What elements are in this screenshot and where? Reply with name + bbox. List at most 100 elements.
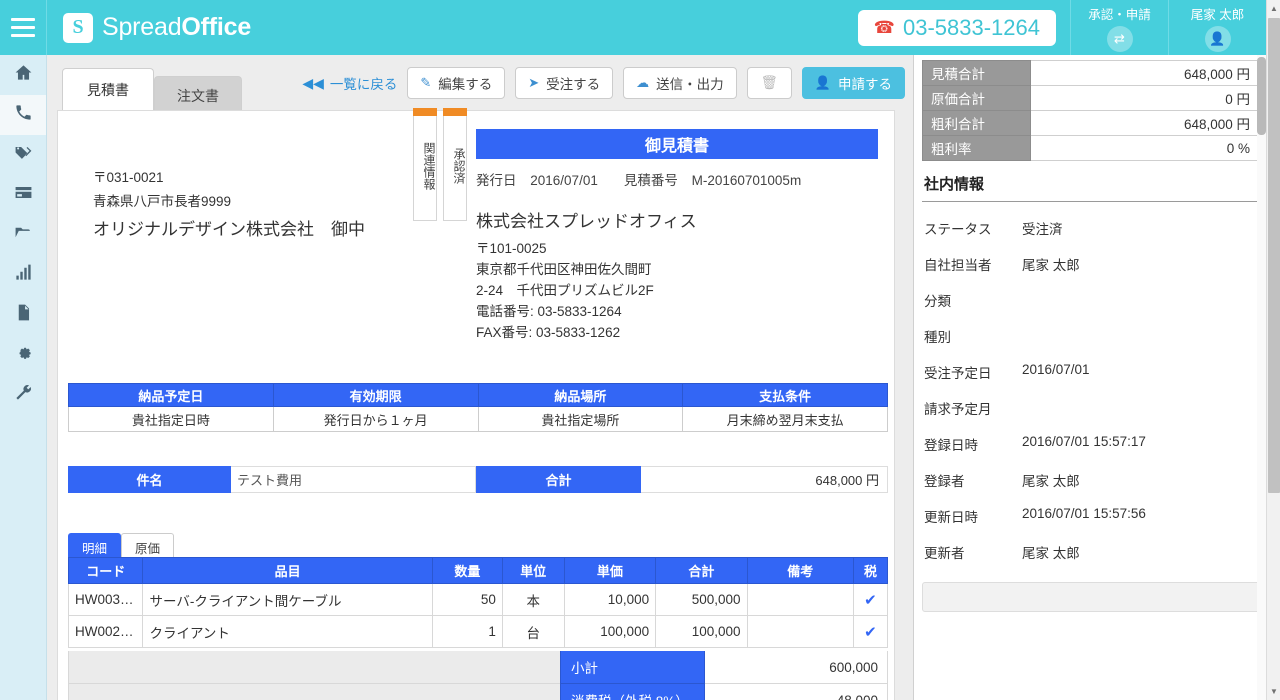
subject-total-row: 件名 テスト費用 合計 648,000 円 — [68, 466, 888, 493]
sidebar-item-settings[interactable] — [0, 335, 46, 375]
document-paper: 関連情報 承認済 御見積書 発行日 2016/07/01 見積番号 M-2016… — [57, 110, 895, 700]
field-billing-month: 請求予定月 — [922, 382, 1258, 418]
field-status: ステータス 受注済 — [922, 202, 1258, 238]
application-window: SpreadOffice ☎ 03-5833-1264 承認・申請 ⇄ 尾家 太… — [0, 0, 1280, 700]
hamburger-menu-icon[interactable] — [0, 0, 47, 55]
items-header-price: 単価 — [564, 558, 655, 584]
tab-order[interactable]: 注文書 — [154, 76, 242, 114]
customer-postal: 〒031-0021 — [93, 166, 365, 190]
table-row[interactable]: HW003… サーバ-クライアント間ケーブル 50 本 10,000 500,0… — [69, 584, 888, 616]
back-to-list-label: 一覧に戻る — [330, 73, 398, 93]
brand-name-light: Spread — [102, 13, 181, 41]
sidebar-item-tools[interactable] — [0, 375, 46, 415]
summary-table: 見積合計 648,000 円 原価合計 0 円 粗利合計 648,000 円 粗… — [922, 60, 1260, 161]
side-tab-approved[interactable]: 承認済 — [443, 109, 467, 221]
subject-label: 件名 — [68, 466, 231, 493]
scroll-up-arrow-icon[interactable]: ▲ — [1267, 0, 1280, 17]
item-price: 10,000 — [564, 584, 655, 616]
grand-total-value: 648,000 円 — [641, 466, 888, 493]
repeat-icon: ⇄ — [1107, 26, 1133, 52]
approval-request-button[interactable]: 承認・申請 ⇄ — [1070, 0, 1168, 55]
document-type-tabs: 見積書 注文書 — [62, 68, 242, 110]
field-created-by: 登録者 尾家 太郎 — [922, 454, 1258, 490]
field-label-category: 分類 — [924, 290, 1022, 310]
top-header-bar: SpreadOffice ☎ 03-5833-1264 承認・申請 ⇄ 尾家 太… — [0, 0, 1266, 55]
quote-number-label: 見積番号 — [624, 173, 678, 188]
scroll-down-arrow-icon[interactable]: ▼ — [1267, 683, 1280, 700]
apply-button-label: 申請する — [838, 73, 892, 93]
left-sidebar-nav — [0, 55, 47, 700]
conditions-table: 納品予定日 有効期限 納品場所 支払条件 貴社指定日時 発行日から１ヶ月 貴社指… — [68, 383, 888, 432]
field-created-at: 登録日時 2016/07/01 15:57:17 — [922, 418, 1258, 454]
brand-name-bold: Office — [181, 13, 251, 41]
subtotal-value: 600,000 — [705, 651, 888, 684]
apply-button[interactable]: 👤 申請する — [802, 67, 905, 99]
issuer-postal: 〒101-0025 — [476, 238, 697, 259]
field-label-billing-month: 請求予定月 — [924, 398, 1022, 418]
sidebar-item-folder[interactable] — [0, 215, 46, 255]
summary-value-margin-rate: 0 % — [1031, 136, 1260, 161]
issue-date-value: 2016/07/01 — [530, 173, 598, 188]
sidebar-item-documents[interactable] — [0, 295, 46, 335]
items-header-total: 合計 — [656, 558, 747, 584]
sidebar-item-home[interactable] — [0, 55, 46, 95]
field-value-updated-by: 尾家 太郎 — [1022, 542, 1080, 562]
issue-date-group: 発行日 2016/07/01 — [476, 169, 598, 189]
sidebar-item-reports[interactable] — [0, 255, 46, 295]
cloud-download-icon: ☁ — [636, 75, 649, 91]
conditions-value-delivery-place: 貴社指定場所 — [478, 407, 683, 432]
item-code: HW003… — [69, 584, 143, 616]
totals-spacer — [68, 684, 560, 700]
subtotal-row: 小計 600,000 — [68, 651, 888, 684]
home-icon — [14, 63, 33, 87]
item-unit: 台 — [502, 616, 564, 648]
conditions-value-row: 貴社指定日時 発行日から１ヶ月 貴社指定場所 月末締め翌月末支払 — [69, 407, 888, 432]
issuer-address-line1: 東京都千代田区神田佐久間町 — [476, 259, 697, 280]
right-panel-scrollbar[interactable] — [1257, 55, 1266, 700]
subtotal-label: 小計 — [560, 651, 705, 684]
phone-icon: ☎ — [874, 19, 895, 36]
item-total: 500,000 — [656, 584, 747, 616]
delete-button[interactable]: 🗑 — [747, 67, 792, 99]
sidebar-item-tags[interactable] — [0, 135, 46, 175]
bar-chart-icon — [14, 263, 33, 287]
tax-row: 消費税（外税 8%） 48,000 — [68, 684, 888, 700]
field-value-status: 受注済 — [1022, 218, 1063, 238]
summary-row-gross-profit: 粗利合計 648,000 円 — [923, 111, 1260, 136]
page-scrollbar[interactable]: ▲ ▼ — [1266, 0, 1280, 700]
place-order-button[interactable]: ➤ 受注する — [515, 67, 613, 99]
approval-request-label: 承認・申請 — [1088, 4, 1151, 23]
page-scroll-thumb[interactable] — [1268, 18, 1280, 493]
totals-block: 小計 600,000 消費税（外税 8%） 48,000 — [68, 651, 888, 700]
wrench-icon — [14, 383, 33, 407]
tab-quotation[interactable]: 見積書 — [62, 68, 154, 110]
field-label-updated-by: 更新者 — [924, 542, 1022, 562]
sidebar-item-card[interactable] — [0, 175, 46, 215]
field-label-updated-at: 更新日時 — [924, 506, 1022, 526]
edit-button[interactable]: ✎ 編集する — [407, 67, 505, 99]
summary-label-cost-total: 原価合計 — [923, 86, 1031, 111]
issuer-company-name: 株式会社スプレッドオフィス — [476, 211, 697, 232]
support-phone[interactable]: ☎ 03-5833-1264 — [858, 10, 1056, 46]
side-tab-related-info[interactable]: 関連情報 — [413, 109, 437, 221]
summary-value-quote-total: 648,000 円 — [1031, 61, 1260, 86]
user-account-button[interactable]: 尾家 太郎 👤 — [1168, 0, 1266, 55]
summary-row-margin-rate: 粗利率 0 % — [923, 136, 1260, 161]
send-export-button[interactable]: ☁ 送信・出力 — [623, 67, 737, 99]
item-qty: 1 — [432, 616, 502, 648]
conditions-value-payment-terms: 月末締め翌月末支払 — [683, 407, 888, 432]
right-panel-scroll-thumb[interactable] — [1257, 57, 1266, 135]
table-row[interactable]: HW002… クライアント 1 台 100,000 100,000 ✔ — [69, 616, 888, 648]
edit-button-label: 編集する — [438, 73, 492, 93]
conditions-header-payment-terms: 支払条件 — [683, 384, 888, 407]
tax-label: 消費税（外税 8%） — [560, 684, 705, 700]
back-to-list-link[interactable]: ◀◀ 一覧に戻る — [302, 73, 397, 93]
sidebar-item-phone[interactable] — [0, 95, 46, 135]
item-code: HW002… — [69, 616, 143, 648]
field-label-status: ステータス — [924, 218, 1022, 238]
summary-row-quote-total: 見積合計 648,000 円 — [923, 61, 1260, 86]
items-table: コード 品目 数量 単位 単価 合計 備考 税 HW003… サーバ-クライアン… — [68, 557, 888, 648]
folder-icon — [14, 223, 33, 247]
subject-value: テスト費用 — [231, 466, 476, 493]
note-field[interactable] — [922, 582, 1260, 612]
